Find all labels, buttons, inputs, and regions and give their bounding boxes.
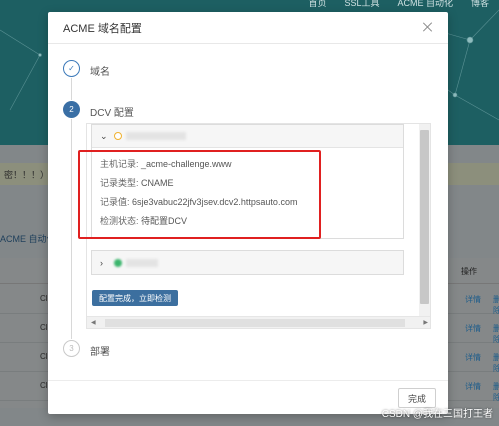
status-ok-icon xyxy=(114,258,122,267)
dialog-title: ACME 域名配置 xyxy=(63,22,142,35)
step-connector xyxy=(71,119,72,339)
vertical-scrollbar[interactable] xyxy=(419,124,430,316)
record-type-row: 记录类型: CNAME xyxy=(100,174,395,193)
step-2-number: 2 xyxy=(63,101,80,118)
chevron-right-icon[interactable]: › xyxy=(100,258,110,268)
detail-link[interactable]: 详情 xyxy=(465,294,481,305)
nav-acme[interactable]: ACME 自动化 xyxy=(397,0,453,10)
delete-link[interactable]: 删除 xyxy=(493,323,499,345)
row-cell: Cl xyxy=(40,294,48,303)
close-icon[interactable] xyxy=(422,21,434,33)
step-3-label: 部署 xyxy=(90,347,110,358)
row-cell: Cl xyxy=(40,381,48,390)
domain-panel-header[interactable]: › xyxy=(92,251,403,274)
confirm-check-button[interactable]: 配置完成，立即检测 xyxy=(92,290,178,306)
scroll-left-icon[interactable]: ◀ xyxy=(91,319,96,326)
record-value-value: 6sje3vabuc22jfv3jsev.dcv2.httpsauto.com xyxy=(132,197,298,207)
step-2-label: DCV 配置 xyxy=(90,108,134,119)
check-status-label: 检测状态: xyxy=(100,216,142,226)
acme-domain-config-dialog: ACME 域名配置 ✓ 域名 2 DCV 配置 ⌄ 主机记录: _acme-ch… xyxy=(48,12,448,414)
domain-panel-header[interactable]: ⌄ xyxy=(92,125,403,148)
detail-link[interactable]: 详情 xyxy=(465,352,481,363)
horizontal-scrollbar[interactable]: ◀ ▶ xyxy=(87,316,430,328)
row-cell: Cl xyxy=(40,323,48,332)
record-value-row: 记录值: 6sje3vabuc22jfv3jsev.dcv2.httpsauto… xyxy=(100,193,395,212)
host-record-label: 主机记录: xyxy=(100,159,142,169)
detail-link[interactable]: 详情 xyxy=(465,323,481,334)
step-1-label: 域名 xyxy=(90,67,110,78)
dcv-record-details: 主机记录: _acme-challenge.www 记录类型: CNAME 记录… xyxy=(92,148,403,238)
record-value-label: 记录值: xyxy=(100,197,133,207)
detail-link[interactable]: 详情 xyxy=(465,381,481,392)
delete-link[interactable]: 删除 xyxy=(493,381,499,403)
scrollbar-thumb[interactable] xyxy=(105,319,405,327)
check-status-value: 待配置DCV xyxy=(141,216,188,226)
nav-ssl-tools[interactable]: SSL工具 xyxy=(344,0,379,10)
status-pending-icon xyxy=(114,132,122,140)
host-record-value: _acme-challenge.www xyxy=(141,159,232,169)
chevron-down-icon[interactable]: ⌄ xyxy=(100,131,110,142)
top-nav: 首页 SSL工具 ACME 自动化 博客 xyxy=(308,0,499,10)
watermark: CSDN @我在三国打王者 xyxy=(381,409,493,420)
step-3-number: 3 xyxy=(63,340,80,357)
delete-link[interactable]: 删除 xyxy=(493,352,499,374)
nav-home[interactable]: 首页 xyxy=(308,0,326,10)
row-cell: Cl xyxy=(40,352,48,361)
scroll-right-icon[interactable]: ▶ xyxy=(423,319,428,326)
record-type-value: CNAME xyxy=(141,178,174,188)
domain-panel-collapsed: › xyxy=(91,250,404,275)
delete-link[interactable]: 删除 xyxy=(493,294,499,316)
step-1-check-icon: ✓ xyxy=(63,60,80,77)
op-column-header: 操作 xyxy=(461,267,477,276)
step-connector xyxy=(71,78,72,100)
dcv-scroll-area[interactable]: ⌄ 主机记录: _acme-challenge.www 记录类型: CNAME … xyxy=(86,123,431,329)
check-status-row: 检测状态: 待配置DCV xyxy=(100,212,395,231)
blurred-domain-name xyxy=(126,258,158,267)
record-type-label: 记录类型: xyxy=(100,178,142,188)
host-record-row: 主机记录: _acme-challenge.www xyxy=(100,155,395,174)
blurred-domain-name xyxy=(126,132,186,140)
scrollbar-thumb[interactable] xyxy=(420,130,429,304)
nav-blog[interactable]: 博客 xyxy=(471,0,489,10)
domain-panel-expanded: ⌄ 主机记录: _acme-challenge.www 记录类型: CNAME … xyxy=(91,124,404,239)
dialog-header: ACME 域名配置 xyxy=(48,12,448,44)
